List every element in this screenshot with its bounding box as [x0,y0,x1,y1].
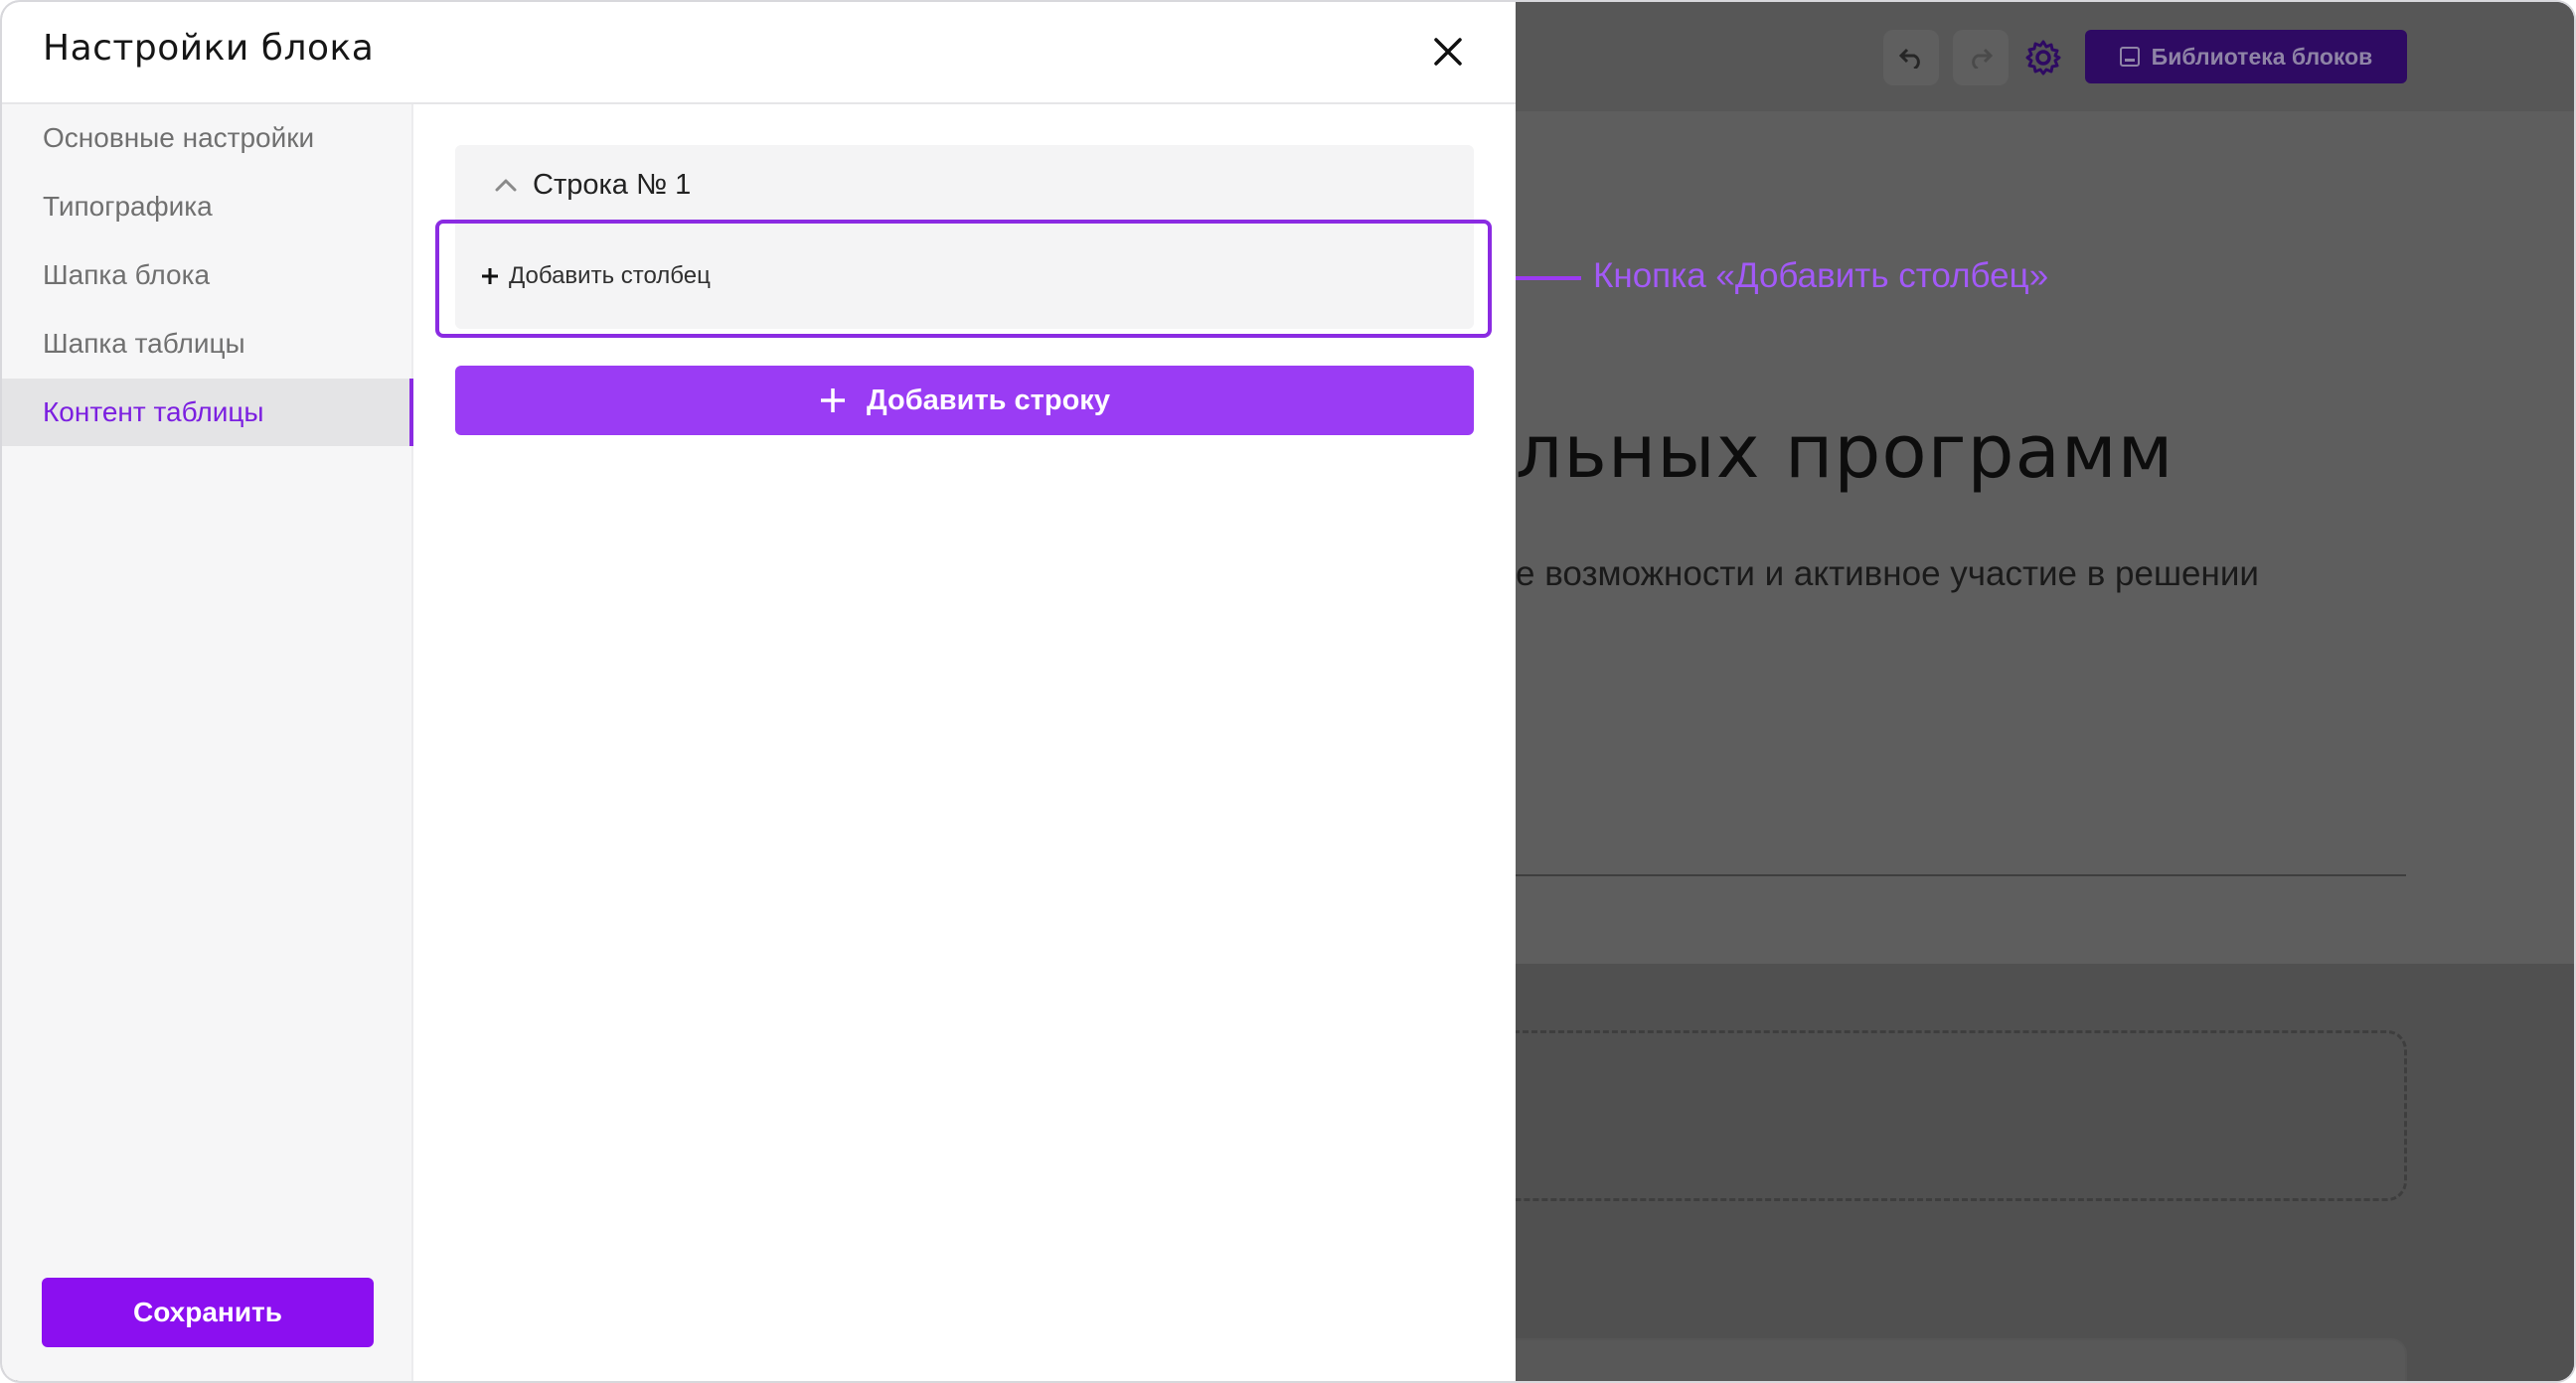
sidebar-item-table-header[interactable]: Шапка таблицы [2,310,413,378]
add-row-label: Добавить строку [867,384,1110,416]
modal-title: Настройки блока [43,28,375,69]
plus-icon [821,388,846,412]
row-title: Строка № 1 [533,168,692,201]
add-column-highlight: Добавить столбец [435,220,1492,338]
modal-header: Настройки блока [2,2,1516,104]
block-settings-modal: Настройки блока Основные настройки Типог… [2,2,1516,1381]
settings-sidebar: Основные настройки Типографика Шапка бло… [2,104,413,1381]
callout-label: Кнопка «Добавить столбец» [1593,256,2049,295]
gear-icon[interactable] [2015,30,2071,85]
app-frame: Библиотека блоков льных программ е возмо… [0,0,2576,1383]
sidebar-item-table-content[interactable]: Контент таблицы [2,379,413,446]
undo-icon[interactable] [1883,30,1939,85]
background-lower-section [1476,964,2574,1381]
sidebar-item-label: Основные настройки [43,122,315,153]
close-button[interactable] [1428,32,1468,72]
close-icon [1434,38,1462,66]
add-column-button[interactable]: Добавить столбец [481,255,711,297]
sidebar-item-block-header[interactable]: Шапка блока [2,241,413,309]
background-bottom-card [1476,1338,2407,1381]
table-content-panel: Строка № 1 Добавить столбец Добавить стр… [413,104,1516,1381]
sidebar-item-label: Шапка блока [43,259,211,290]
add-row-button[interactable]: Добавить строку [455,366,1474,435]
library-button[interactable]: Библиотека блоков [2085,30,2407,83]
background-heading: льных программ [1516,409,2174,495]
background-page: Библиотека блоков льных программ е возмо… [1476,2,2574,1381]
sidebar-item-main-settings[interactable]: Основные настройки [2,104,413,172]
background-toolbar: Библиотека блоков [1516,2,2574,111]
background-content: льных программ е возможности и активное … [1516,111,2574,964]
row-accordion-header[interactable]: Строка № 1 [495,155,691,215]
redo-icon[interactable] [1953,30,2009,85]
background-subtitle: е возможности и активное участие в решен… [1516,554,2259,593]
add-column-label: Добавить столбец [509,262,711,289]
chevron-up-icon [495,179,517,192]
sidebar-item-label: Шапка таблицы [43,328,245,359]
save-button[interactable]: Сохранить [42,1278,374,1347]
plus-icon [482,268,498,284]
dropzone [1476,1030,2407,1201]
divider [1516,874,2406,876]
library-button-label: Библиотека блоков [2151,43,2373,70]
sidebar-item-label: Контент таблицы [43,396,264,427]
sidebar-item-typography[interactable]: Типографика [2,173,413,240]
sidebar-item-label: Типографика [43,191,213,222]
library-icon [2119,47,2140,67]
